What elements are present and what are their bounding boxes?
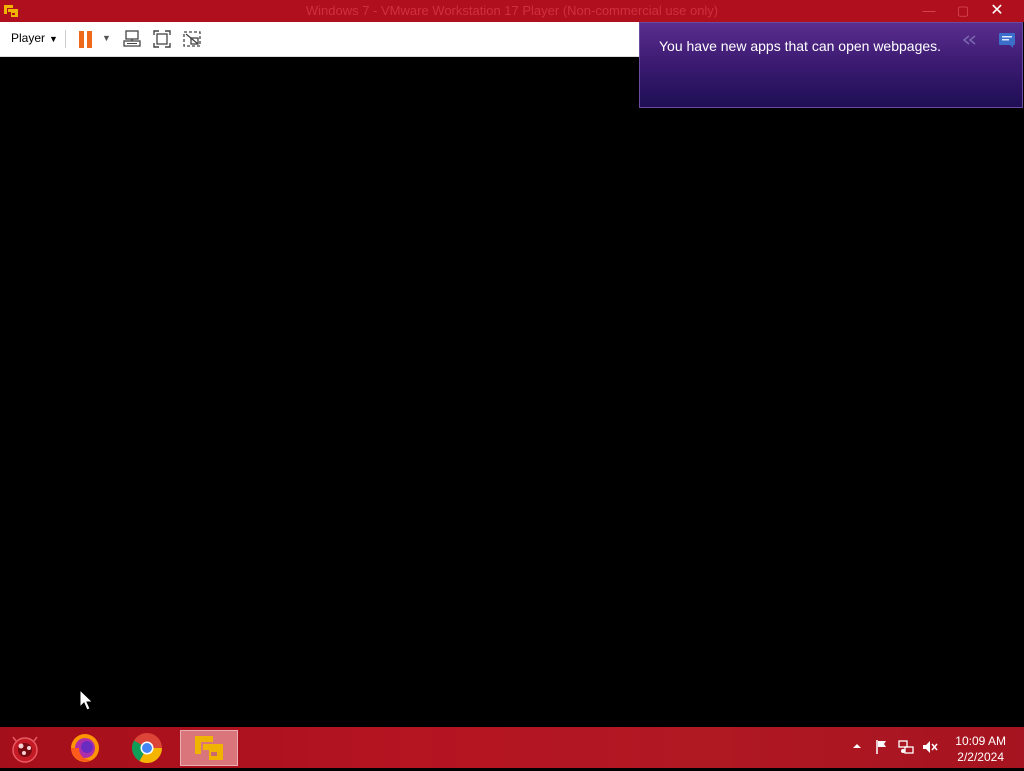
firefox-icon xyxy=(71,734,99,762)
notification-message: You have new apps that can open webpages… xyxy=(659,38,942,54)
chrome-icon xyxy=(131,733,162,764)
mouse-cursor-icon xyxy=(79,689,93,711)
vm-display-area[interactable] xyxy=(0,57,1024,727)
system-tray xyxy=(850,727,945,768)
player-menu-label: Player xyxy=(11,31,46,45)
send-ctrl-alt-del-icon[interactable] xyxy=(122,30,142,48)
chevron-down-icon: ▼ xyxy=(49,34,58,44)
player-toolbar: Player ▼ ▼ xyxy=(0,22,640,57)
power-options-dropdown[interactable]: ▼ xyxy=(102,33,111,43)
taskbar-chrome[interactable] xyxy=(119,730,175,766)
window-titlebar[interactable]: Windows 7 - VMware Workstation 17 Player… xyxy=(0,0,1024,22)
show-hidden-icons-icon[interactable] xyxy=(852,741,862,751)
minimize-button[interactable]: — xyxy=(912,0,946,22)
volume-muted-icon[interactable] xyxy=(922,739,938,755)
unity-mode-icon[interactable] xyxy=(182,30,202,48)
vmware-player-icon xyxy=(195,736,223,760)
action-center-flag-icon[interactable] xyxy=(874,739,890,755)
start-orb-icon[interactable] xyxy=(8,731,42,765)
notification-icon[interactable] xyxy=(998,32,1016,48)
taskbar-clock[interactable]: 10:09 AM 2/2/2024 xyxy=(955,733,1006,765)
clock-date: 2/2/2024 xyxy=(957,750,1004,764)
taskbar: 10:09 AM 2/2/2024 xyxy=(0,727,1024,768)
taskbar-vmware-player[interactable] xyxy=(180,730,238,766)
close-button[interactable]: ✕ xyxy=(980,0,1014,22)
pause-button[interactable] xyxy=(78,31,94,49)
taskbar-firefox[interactable] xyxy=(57,730,113,766)
clock-time: 10:09 AM xyxy=(955,734,1006,748)
player-menu-button[interactable]: Player ▼ xyxy=(11,31,58,45)
maximize-button[interactable]: ▢ xyxy=(946,0,980,22)
toolbar-divider xyxy=(65,30,66,48)
back-arrows-icon[interactable] xyxy=(961,33,977,47)
fullscreen-icon[interactable] xyxy=(152,30,172,48)
window-title: Windows 7 - VMware Workstation 17 Player… xyxy=(305,3,719,18)
network-icon[interactable] xyxy=(898,739,914,755)
